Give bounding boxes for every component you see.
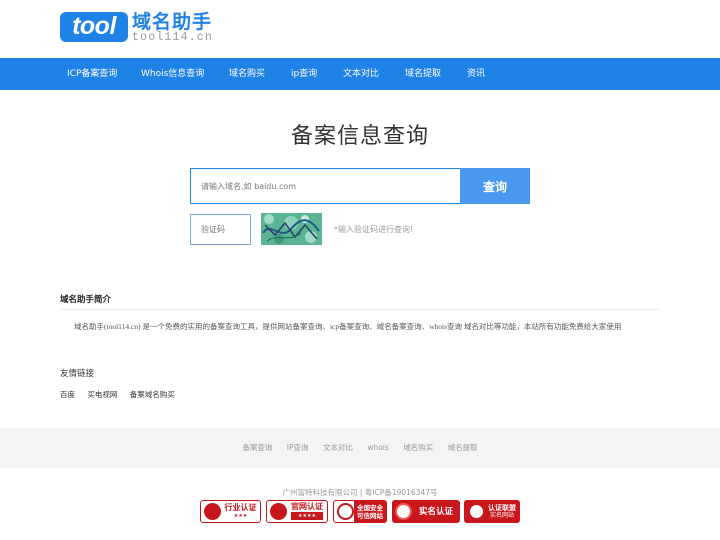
badge-industry[interactable]: 行业认证 ★★★ [200, 500, 261, 523]
captcha-hint: *输入验证码进行查询! [334, 225, 414, 234]
friend-link-domain-buy[interactable]: 备案域名购买 [130, 390, 175, 399]
site-header: tool 域名助手 tool114.cn [0, 0, 720, 58]
footer-link-domain-buy[interactable]: 域名购买 [403, 443, 433, 452]
friend-link-tv[interactable]: 买电视网 [87, 390, 117, 399]
footer-links: 备案查询 IP查询 文本对比 whois 域名购买 域名提取 [0, 442, 720, 453]
nav-domain-buy[interactable]: 域名购买 [229, 58, 265, 90]
logo-mark: tool [60, 12, 128, 42]
intro-title: 域名助手简介 [60, 295, 112, 305]
badge-realname[interactable]: 实名认证 [392, 500, 460, 523]
nav-news[interactable]: 资讯 [467, 58, 485, 90]
footer-link-whois[interactable]: whois [367, 443, 388, 452]
badge-official[interactable]: 官网认证 ★★★★ [266, 500, 328, 523]
nav-whois-query[interactable]: Whois信息查询 [141, 58, 204, 90]
domain-search-input[interactable] [190, 168, 461, 204]
realname-seal-icon [395, 503, 412, 520]
nav-icp-query[interactable]: ICP备案查询 [67, 58, 117, 90]
query-button[interactable]: 查询 [460, 168, 530, 204]
friend-links-title: 友情链接 [60, 369, 95, 379]
official-seal-icon [270, 503, 287, 520]
footer-link-compare[interactable]: 文本对比 [323, 443, 353, 452]
page-title: 备案信息查询 [290, 124, 429, 149]
copyright: 广州富特科技有限公司 | 粤ICP备19016347号 [282, 488, 438, 497]
nav-ip-query[interactable]: ip查询 [291, 58, 317, 90]
security-seal-icon [337, 503, 354, 520]
badge-security[interactable]: 全国安全 可信网站 [333, 500, 387, 523]
footer-link-icp[interactable]: 备案查询 [242, 443, 272, 452]
logo-name: 域名助手 [132, 11, 213, 33]
intro-divider [60, 309, 660, 310]
badge-alliance[interactable]: 认证联盟 实名网站 [464, 500, 520, 523]
footer-link-extract[interactable]: 域名提取 [448, 443, 478, 452]
nav-text-compare[interactable]: 文本对比 [343, 58, 379, 90]
captcha-input[interactable] [190, 214, 251, 245]
trust-badges: 行业认证 ★★★ 官网认证 ★★★★ 全国安全 可信网站 实名认证 认证联盟 实… [0, 500, 720, 524]
captcha-noise-graphic [261, 213, 322, 245]
industry-seal-icon [204, 503, 221, 520]
main-nav: ICP备案查询 Whois信息查询 域名购买 ip查询 文本对比 域名提取 资讯 [0, 58, 720, 90]
friend-links: 百度 买电视网 备案域名购买 [60, 389, 185, 400]
alliance-seal-icon [468, 503, 485, 520]
nav-domain-extract[interactable]: 域名提取 [405, 58, 441, 90]
friend-link-baidu[interactable]: 百度 [60, 390, 75, 399]
intro-text: 域名助手(tool114.cn) 是一个免费的实用的备案查询工具，提供网站备案查… [74, 322, 622, 331]
logo-domain: tool114.cn [132, 31, 214, 44]
site-logo[interactable]: tool 域名助手 tool114.cn [60, 12, 213, 46]
captcha-image[interactable] [261, 213, 322, 245]
footer-link-ip[interactable]: IP查询 [287, 443, 309, 452]
